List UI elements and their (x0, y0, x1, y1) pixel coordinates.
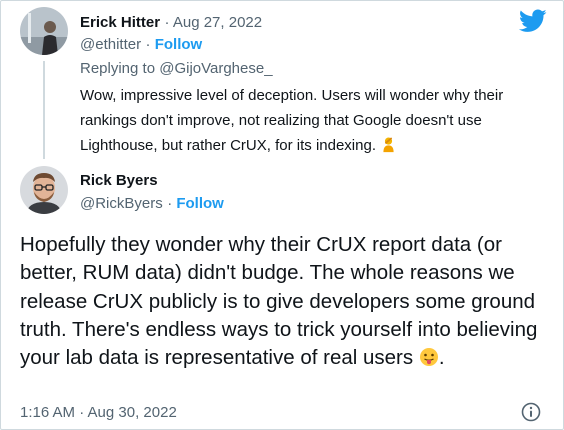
tongue-out-emoji-icon (419, 347, 439, 367)
main-author-name[interactable]: Rick Byers (80, 171, 158, 190)
tweet-timestamp[interactable]: 1:16 AM · Aug 30, 2022 (20, 403, 177, 422)
avatar-rick-byers[interactable] (20, 166, 68, 214)
reply-author-handle[interactable]: @ethitter (80, 36, 141, 53)
reply-handle-line: @ethitter · Follow (80, 35, 202, 54)
main-text-content: Hopefully they wonder why their CrUX rep… (20, 233, 538, 370)
reply-date[interactable]: Aug 27, 2022 (173, 14, 262, 31)
reply-author-header: Erick Hitter · Aug 27, 2022 (80, 13, 262, 32)
main-handle-line: @RickByers · Follow (80, 194, 224, 213)
main-text-end: . (438, 346, 445, 370)
reply-follow-button[interactable]: Follow (155, 36, 203, 53)
separator-dot: · (164, 14, 173, 31)
reply-tweet-text: Wow, impressive level of deception. User… (80, 83, 558, 158)
separator-dot: · (145, 36, 155, 53)
separator-dot: · (167, 195, 177, 212)
main-author-handle[interactable]: @RickByers (80, 195, 163, 212)
avatar-erick-hitter[interactable] (20, 7, 68, 55)
reply-text-content: Wow, impressive level of deception. User… (80, 87, 504, 154)
info-icon[interactable] (521, 402, 541, 422)
thread-connector-line (43, 61, 45, 159)
main-follow-button[interactable]: Follow (176, 195, 224, 212)
embedded-tweet-card: Erick Hitter · Aug 27, 2022 @ethitter · … (0, 0, 564, 430)
person-facepalming-emoji-icon (380, 136, 397, 153)
twitter-logo-icon[interactable] (519, 9, 547, 33)
replying-to-label[interactable]: Replying to @GijoVarghese_ (80, 59, 273, 78)
reply-author-name[interactable]: Erick Hitter (80, 14, 160, 31)
main-tweet-text: Hopefully they wonder why their CrUX rep… (20, 231, 555, 372)
